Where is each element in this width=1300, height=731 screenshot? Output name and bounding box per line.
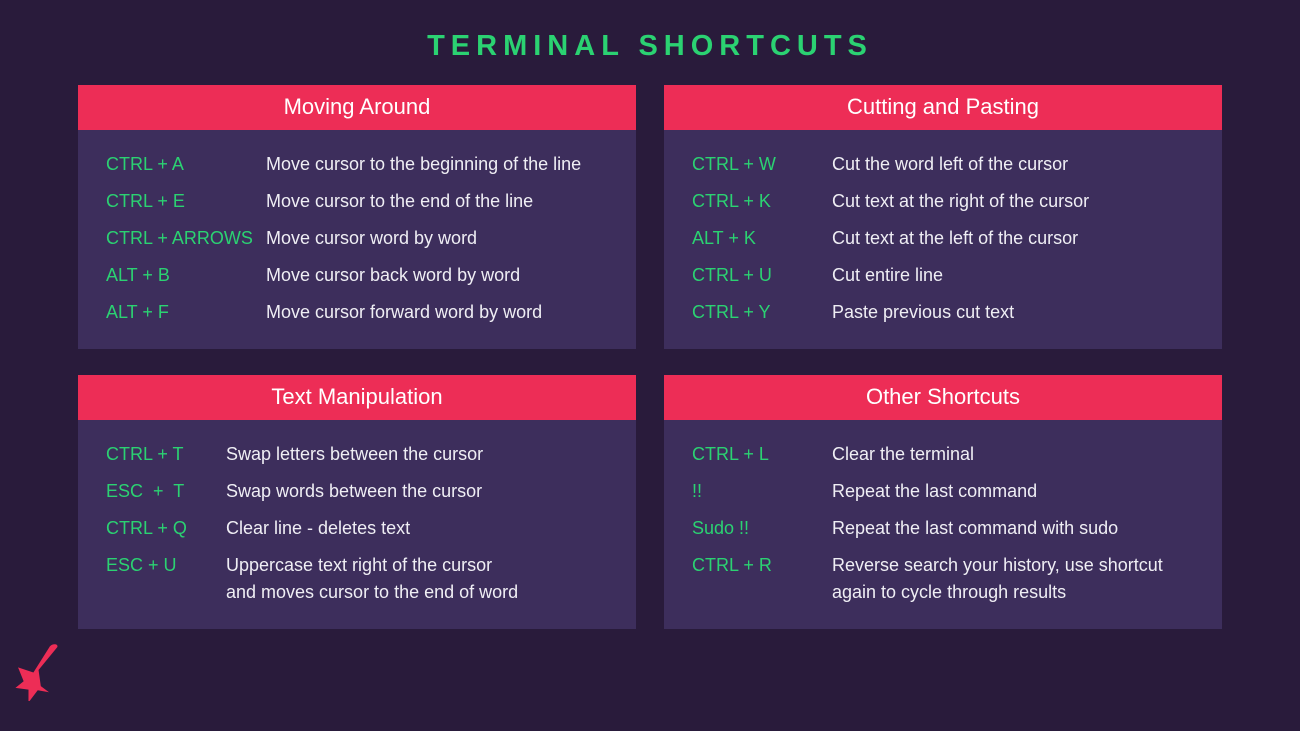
shortcut-key: ALT + K bbox=[692, 225, 832, 252]
shortcut-key: CTRL + A bbox=[106, 151, 266, 178]
shortcut-row: ALT + BMove cursor back word by word bbox=[106, 257, 614, 294]
shortcut-row: CTRL + ARROWSMove cursor word by word bbox=[106, 220, 614, 257]
shortcut-row: CTRL + RReverse search your history, use… bbox=[692, 547, 1200, 611]
section-card: Cutting and PastingCTRL + WCut the word … bbox=[664, 85, 1222, 349]
shortcut-row: CTRL + EMove cursor to the end of the li… bbox=[106, 183, 614, 220]
section-body: CTRL + AMove cursor to the beginning of … bbox=[78, 130, 636, 349]
shortcut-key: CTRL + W bbox=[692, 151, 832, 178]
shortcut-key: ESC + T bbox=[106, 478, 226, 505]
section-card: Other ShortcutsCTRL + LClear the termina… bbox=[664, 375, 1222, 629]
shortcut-desc: Cut entire line bbox=[832, 262, 943, 289]
shortcut-row: Sudo !!Repeat the last command with sudo bbox=[692, 510, 1200, 547]
shortcut-desc: Swap letters between the cursor bbox=[226, 441, 483, 468]
shortcut-row: CTRL + YPaste previous cut text bbox=[692, 294, 1200, 331]
shortcut-row: CTRL + KCut text at the right of the cur… bbox=[692, 183, 1200, 220]
shortcut-desc: Clear line - deletes text bbox=[226, 515, 410, 542]
shortcut-row: !!Repeat the last command bbox=[692, 473, 1200, 510]
shortcut-desc: Repeat the last command bbox=[832, 478, 1037, 505]
shortcut-row: ESC + TSwap words between the cursor bbox=[106, 473, 614, 510]
shortcut-key: !! bbox=[692, 478, 832, 505]
section-body: CTRL + LClear the terminal!!Repeat the l… bbox=[664, 420, 1222, 629]
shortcut-desc: Move cursor word by word bbox=[266, 225, 477, 252]
shortcut-key: CTRL + T bbox=[106, 441, 226, 468]
shortcut-desc: Swap words between the cursor bbox=[226, 478, 482, 505]
section-body: CTRL + WCut the word left of the cursorC… bbox=[664, 130, 1222, 349]
shortcut-desc: Move cursor forward word by word bbox=[266, 299, 542, 326]
shortcut-key: ESC + U bbox=[106, 552, 226, 579]
shortcut-row: ALT + KCut text at the left of the curso… bbox=[692, 220, 1200, 257]
shortcut-key: CTRL + Y bbox=[692, 299, 832, 326]
shortcut-row: CTRL + LClear the terminal bbox=[692, 436, 1200, 473]
shortcut-row: CTRL + QClear line - deletes text bbox=[106, 510, 614, 547]
shortcut-desc: Cut text at the right of the cursor bbox=[832, 188, 1089, 215]
shortcut-desc: Repeat the last command with sudo bbox=[832, 515, 1118, 542]
shortcut-row: ALT + FMove cursor forward word by word bbox=[106, 294, 614, 331]
shortcut-desc: Clear the terminal bbox=[832, 441, 974, 468]
shortcut-desc: Cut text at the left of the cursor bbox=[832, 225, 1078, 252]
section-card: Moving Around CTRL + AMove cursor to the … bbox=[78, 85, 636, 349]
sections-grid: Moving Around CTRL + AMove cursor to the … bbox=[0, 85, 1300, 629]
shortcut-key: CTRL + ARROWS bbox=[106, 225, 266, 252]
shortcut-row: CTRL + UCut entire line bbox=[692, 257, 1200, 294]
shortcut-desc: Move cursor to the beginning of the line bbox=[266, 151, 581, 178]
shortcut-key: ALT + B bbox=[106, 262, 266, 289]
section-header: Moving Around bbox=[78, 85, 636, 130]
section-header: Text Manipulation bbox=[78, 375, 636, 420]
shortcut-key: CTRL + E bbox=[106, 188, 266, 215]
section-card: Text ManipulationCTRL + TSwap letters be… bbox=[78, 375, 636, 629]
section-body: CTRL + TSwap letters between the cursorE… bbox=[78, 420, 636, 629]
shortcut-key: CTRL + U bbox=[692, 262, 832, 289]
shortcut-row: CTRL + AMove cursor to the beginning of … bbox=[106, 146, 614, 183]
shortcut-desc: Cut the word left of the cursor bbox=[832, 151, 1068, 178]
shortcut-desc: Move cursor to the end of the line bbox=[266, 188, 533, 215]
shortcut-key: ALT + F bbox=[106, 299, 266, 326]
section-header: Cutting and Pasting bbox=[664, 85, 1222, 130]
shortcut-row: ESC + UUppercase text right of the curso… bbox=[106, 547, 614, 611]
shortcut-desc: Move cursor back word by word bbox=[266, 262, 520, 289]
airplane-icon bbox=[8, 643, 66, 701]
shortcut-key: CTRL + K bbox=[692, 188, 832, 215]
shortcut-desc: Uppercase text right of the cursor and m… bbox=[226, 552, 518, 606]
shortcut-key: CTRL + L bbox=[692, 441, 832, 468]
section-header: Other Shortcuts bbox=[664, 375, 1222, 420]
shortcut-key: CTRL + Q bbox=[106, 515, 226, 542]
shortcut-key: Sudo !! bbox=[692, 515, 832, 542]
page-title: TERMINAL SHORTCUTS bbox=[0, 0, 1300, 85]
shortcut-key: CTRL + R bbox=[692, 552, 832, 579]
shortcut-row: CTRL + TSwap letters between the cursor bbox=[106, 436, 614, 473]
shortcut-desc: Paste previous cut text bbox=[832, 299, 1014, 326]
shortcut-row: CTRL + WCut the word left of the cursor bbox=[692, 146, 1200, 183]
shortcut-desc: Reverse search your history, use shortcu… bbox=[832, 552, 1200, 606]
